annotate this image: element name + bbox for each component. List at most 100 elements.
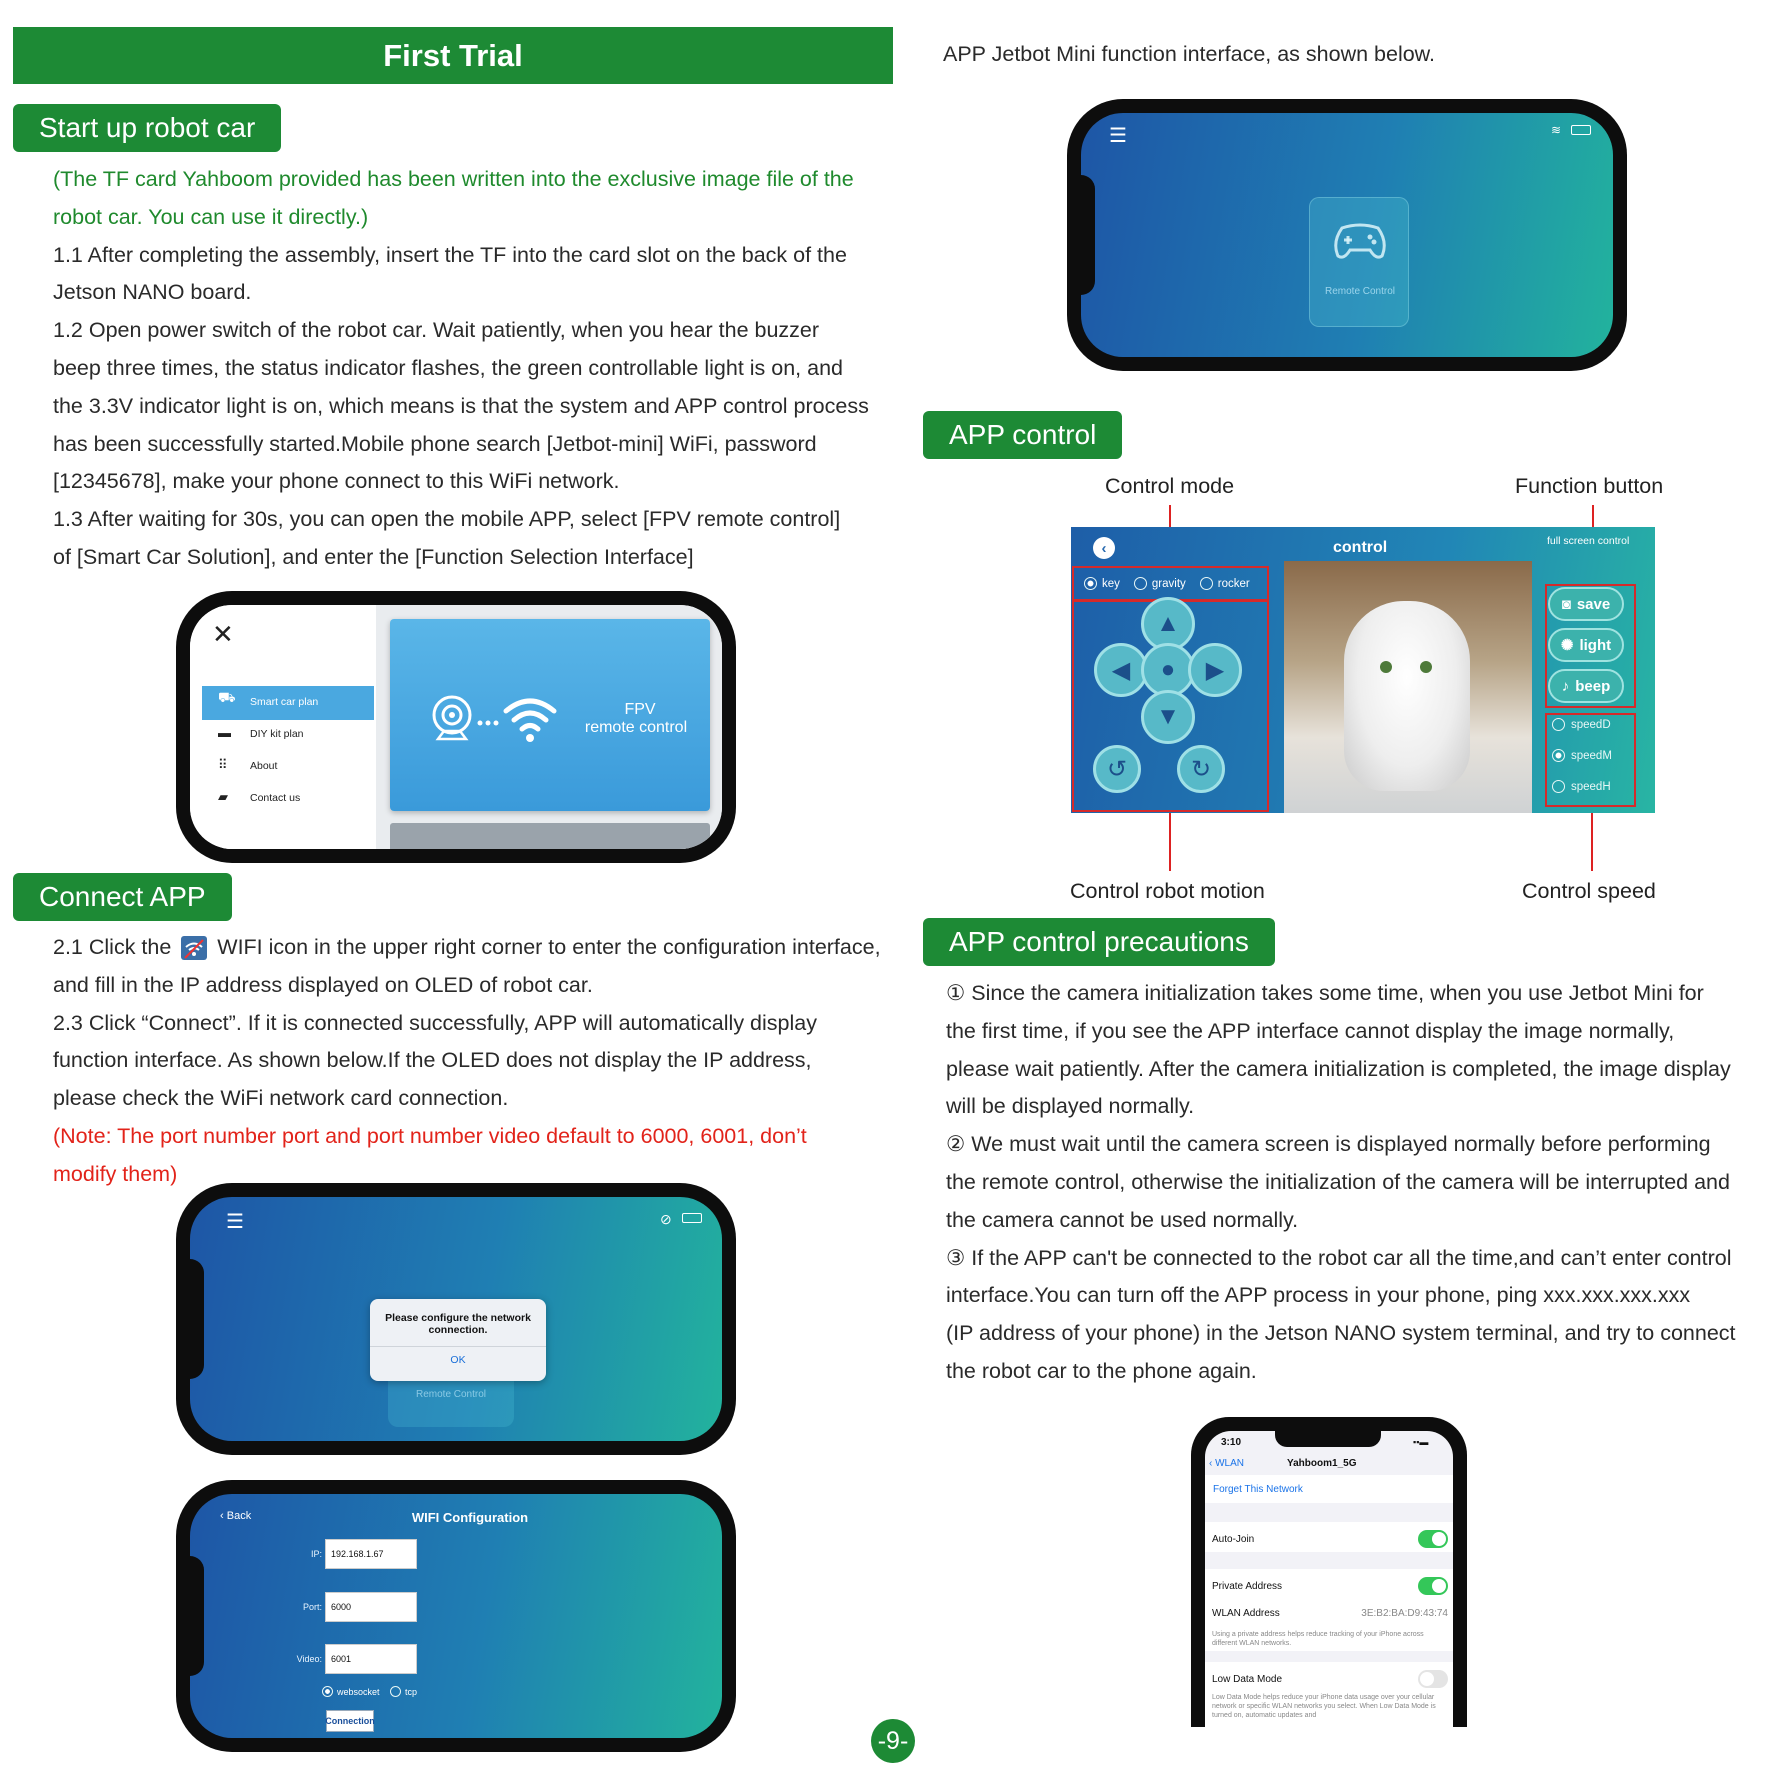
speed-d[interactable]: speedD [1552, 718, 1611, 731]
arrow-right-button[interactable]: ▶ [1188, 643, 1242, 697]
video-input[interactable]: 6001 [325, 1644, 417, 1674]
section-tag-startup: Start up robot car [13, 104, 282, 152]
startup-line: has been successfully started.Mobile pho… [53, 431, 817, 456]
second-card [390, 823, 710, 849]
connect-note-line: (Note: The port number port and port num… [53, 1123, 807, 1148]
remote-control-panel[interactable]: Remote Control [1309, 197, 1409, 327]
dialog-ok-button[interactable]: OK [370, 1346, 546, 1366]
auto-join-label: Auto-Join [1212, 1533, 1255, 1545]
startup-line: beep three times, the status indicator f… [53, 355, 843, 380]
phone-notch [190, 1556, 204, 1676]
phone-notch [1081, 175, 1095, 295]
precaution-line: the first time, if you see the APP inter… [946, 1018, 1675, 1043]
ip-label: IP: [310, 1549, 322, 1559]
phone-menu-screenshot: ✕ ⛟ Smart car plan ▬ DIY kit plan ⠿ Abou… [176, 591, 736, 863]
connection-button[interactable]: Connection [325, 1710, 375, 1732]
close-icon[interactable]: ✕ [212, 619, 234, 650]
connect-line1-pre: 2.1 Click the [53, 935, 172, 959]
arrow-down-button[interactable]: ▼ [1141, 690, 1195, 744]
back-button[interactable]: ‹ Back [220, 1510, 251, 1522]
control-title: control [1333, 539, 1388, 556]
tcp-label: tcp [405, 1686, 418, 1697]
rotate-right-button[interactable]: ↻ [1177, 745, 1225, 793]
back-arrow-icon[interactable]: ‹ [1093, 537, 1115, 559]
ios-status-icons: ▪▪▬ [1413, 1437, 1429, 1447]
label-control-robot-motion: Control robot motion [1070, 879, 1265, 903]
menu-item-smart-car-plan[interactable]: Smart car plan [250, 696, 318, 708]
radio-selected [1552, 749, 1565, 762]
hamburger-menu-icon[interactable]: ☰ [226, 1209, 244, 1234]
configure-dialog: Please configure the network connection.… [370, 1299, 546, 1381]
radio-unselected [390, 1686, 401, 1697]
wifi-status-icon[interactable]: ≋ [1551, 123, 1561, 137]
tcp-radio[interactable]: tcp [390, 1686, 417, 1697]
low-data-mode-toggle[interactable] [1418, 1670, 1448, 1688]
save-label: save [1576, 595, 1611, 613]
radio-selected [1084, 577, 1097, 590]
ios-time: 3:10 [1221, 1437, 1242, 1448]
mode-key[interactable]: key [1084, 577, 1120, 590]
hamburger-menu-icon[interactable]: ☰ [1109, 123, 1127, 148]
camera-view [1284, 561, 1532, 813]
private-address-note: Using a private address helps reduce tra… [1212, 1631, 1424, 1647]
arrow-left-button[interactable]: ◀ [1094, 643, 1148, 697]
label-control-mode: Control mode [1105, 474, 1235, 498]
stop-button[interactable]: ● [1141, 643, 1195, 697]
ios-back-label: WLAN [1215, 1458, 1245, 1469]
low-data-mode-setting: Low Data Mode [1212, 1670, 1448, 1688]
connect-line: and fill in the IP address displayed on … [53, 972, 593, 997]
private-address-toggle[interactable] [1418, 1577, 1448, 1595]
startup-note-line: (The TF card Yahboom provided has been w… [53, 167, 854, 191]
remote-control-label: Remote Control [1324, 286, 1396, 297]
port-input[interactable]: 6000 [325, 1592, 417, 1622]
startup-text: (The TF card Yahboom provided has been w… [53, 161, 893, 577]
startup-line: 1.3 After waiting for 30s, you can open … [53, 507, 841, 532]
startup-line: 1.1 After completing the assembly, inser… [53, 242, 847, 267]
ios-forget-row[interactable]: Forget This Network [1205, 1475, 1453, 1503]
ios-back-button[interactable]: ‹ WLAN [1209, 1458, 1244, 1469]
mode-rocker[interactable]: rocker [1199, 577, 1250, 590]
light-label: light [1579, 636, 1612, 654]
menu-item-contact-us[interactable]: Contact us [250, 792, 300, 804]
ip-input[interactable]: 192.168.1.67 [325, 1539, 417, 1569]
full-screen-control[interactable]: full screen control [1547, 535, 1629, 547]
startup-line: 1.2 Open power switch of the robot car. … [53, 318, 820, 343]
control-mode-group: key gravity rocker [1072, 566, 1269, 601]
phone-wifi-config-screenshot: ‹ Back WIFI Configuration IP: 192.168.1.… [176, 1480, 736, 1752]
menu-item-about[interactable]: About [250, 760, 277, 772]
speed-h[interactable]: speedH [1552, 780, 1611, 793]
section-tag-connect-app: Connect APP [13, 873, 232, 921]
card-title-fpv: FPV [624, 701, 656, 718]
phone-jetbot-screenshot: ☰ ≋ Remote Control [1067, 99, 1627, 371]
auto-join-toggle[interactable] [1418, 1530, 1448, 1548]
radio-selected [322, 1686, 333, 1697]
wifi-status-icon[interactable]: ⊘ [660, 1211, 672, 1228]
section-tag-app-control: APP control [923, 411, 1123, 459]
websocket-label: websocket [337, 1686, 380, 1697]
rotate-left-button[interactable]: ↺ [1093, 745, 1141, 793]
lightbulb-icon: ✺ [1560, 637, 1574, 654]
chat-icon: ▰ [218, 789, 228, 804]
startup-line: of [Smart Car Solution], and enter the [… [53, 544, 694, 569]
page-number: -9- [871, 1719, 915, 1763]
precaution-line: please wait patiently. After the camera … [946, 1056, 1731, 1081]
camera-icon: ◙ [1561, 595, 1571, 613]
fpv-remote-card[interactable]: FPV remote control [390, 619, 710, 811]
startup-line: Jetson NANO board. [53, 280, 252, 305]
radio-unselected [1552, 780, 1565, 793]
beep-button[interactable]: ♪ beep [1548, 669, 1624, 703]
websocket-radio[interactable]: websocket [322, 1686, 380, 1697]
save-button[interactable]: ◙ save [1548, 587, 1624, 621]
radio-unselected [1133, 577, 1147, 590]
beep-label: beep [1575, 677, 1611, 695]
precaution-line: ③ If the APP can't be connected to the r… [946, 1245, 1732, 1270]
menu-item-diy-kit-plan[interactable]: DIY kit plan [250, 728, 304, 740]
mode-gravity[interactable]: gravity [1133, 577, 1186, 590]
wifi-settings-icon [181, 936, 208, 961]
speed-m[interactable]: speedM [1552, 749, 1612, 762]
connect-line: 2.1 Click the WIFI icon in the upper rig… [53, 929, 903, 967]
private-address-label: Private Address [1212, 1580, 1283, 1592]
precaution-line: interface.You can turn off the APP proce… [946, 1283, 1691, 1308]
light-button[interactable]: ✺ light [1548, 628, 1624, 662]
forget-network-link[interactable]: Forget This Network [1213, 1484, 1303, 1495]
